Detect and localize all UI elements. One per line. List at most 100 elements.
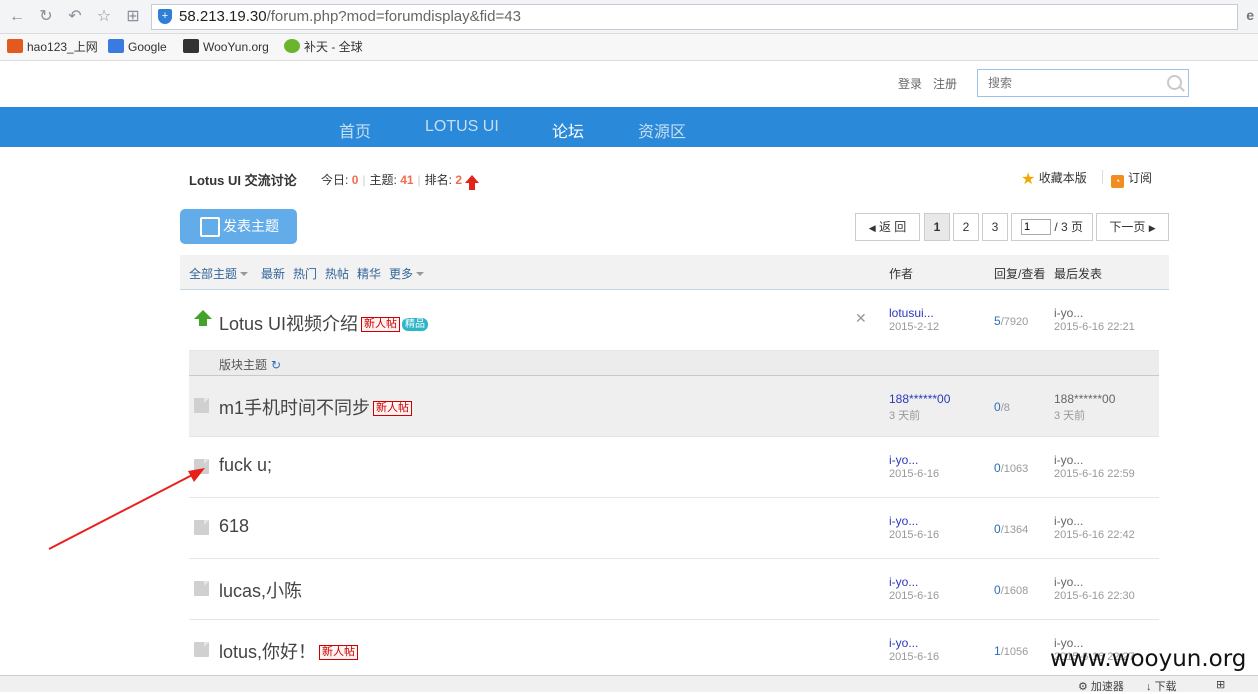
last-poster[interactable]: 188******00 xyxy=(1054,392,1115,406)
last-poster[interactable]: i-yo... xyxy=(1054,514,1083,528)
nav-home[interactable]: 首页 xyxy=(339,118,371,142)
download-label: 下载 xyxy=(1154,681,1177,693)
zoom-icon[interactable]: ⊞ xyxy=(1216,678,1225,691)
browser-e-icon[interactable]: e xyxy=(1246,7,1254,23)
sticky-up-icon xyxy=(194,310,212,326)
thread-author[interactable]: i-yo... xyxy=(889,514,918,528)
page-1[interactable]: 1 xyxy=(924,213,950,241)
subscribe-link[interactable]: ◔ 订阅 xyxy=(1111,169,1152,188)
thread-author[interactable]: 188******00 xyxy=(889,392,950,406)
forum-stats: 今日: 0 | 主题: 41 | 排名: 2 xyxy=(321,171,480,190)
view-count: /1056 xyxy=(1000,646,1029,658)
today-label: 今日: xyxy=(321,173,349,187)
tab-more[interactable]: 更多 xyxy=(389,265,425,282)
favorite-label: 收藏本版 xyxy=(1038,171,1087,185)
thread-row[interactable]: m1手机时间不同步 新人帖 188******00 3 天前 0/8 188***… xyxy=(189,376,1159,437)
rank-up-arrow-icon xyxy=(465,175,480,190)
close-icon[interactable]: ✕ xyxy=(855,310,867,327)
favorite-forum-link[interactable]: ★ 收藏本版 xyxy=(1021,169,1087,189)
bookmark-google[interactable]: Google xyxy=(108,38,178,56)
tab-digest[interactable]: 精华 xyxy=(357,265,381,282)
page-2[interactable]: 2 xyxy=(953,213,979,241)
star-icon[interactable]: ☆ xyxy=(95,8,113,26)
reply-count: 0 xyxy=(994,522,1001,536)
page-3[interactable]: 3 xyxy=(982,213,1008,241)
login-link[interactable]: 登录 xyxy=(898,75,922,92)
status-bar: ⚙ 加速器 ↓ 下载 ⊞ xyxy=(0,675,1258,694)
reply-count: 0 xyxy=(994,400,1001,414)
reply-view-count: 0/8 xyxy=(994,400,1010,414)
reply-view-count: 1/1056 xyxy=(994,644,1028,658)
sticky-thread-row[interactable]: Lotus UI视频介绍 新人帖 精品 ✕ lotusui... 2015-2-12… xyxy=(189,290,1159,351)
nav-resources[interactable]: 资源区 xyxy=(638,118,686,142)
thread-author[interactable]: i-yo... xyxy=(889,575,918,589)
nav-lotus-ui[interactable]: LOTUS UI xyxy=(425,118,499,136)
new-topic-label: 发表主题 xyxy=(223,218,279,234)
thread-title[interactable]: 618 xyxy=(219,516,249,537)
next-label: 下一页 xyxy=(1109,220,1146,234)
divider xyxy=(1102,170,1103,184)
topics-label: 主题: xyxy=(369,173,397,187)
thread-row[interactable]: fuck u; i-yo... 2015-6-16 0/1063 i-yo...… xyxy=(189,437,1159,498)
thread-author[interactable]: lotusui... xyxy=(889,306,934,320)
bookmark-butian[interactable]: 补天 - 全球 xyxy=(284,38,372,56)
thread-author[interactable]: i-yo... xyxy=(889,453,918,467)
thread-icon xyxy=(194,398,209,413)
tab-label: 更多 xyxy=(389,267,414,281)
new-topic-button[interactable]: 发表主题 xyxy=(180,209,297,244)
thread-title-text: lotus,你好！ xyxy=(219,642,317,662)
download-button[interactable]: ↓ 下载 xyxy=(1146,678,1177,694)
thread-title[interactable]: fuck u; xyxy=(219,455,272,476)
back-icon[interactable]: ← xyxy=(8,8,26,26)
tab-all-topics[interactable]: 全部主题 xyxy=(189,265,249,282)
thread-icon xyxy=(194,642,209,657)
thread-row[interactable]: 618 i-yo... 2015-6-16 0/1364 i-yo... 201… xyxy=(189,498,1159,559)
next-page-button[interactable]: 下一页 ▶ xyxy=(1096,213,1169,241)
address-bar[interactable]: + 58.213.19.30/forum.php?mod=forumdispla… xyxy=(151,4,1238,30)
url-path: /forum.php?mod=forumdisplay&fid=43 xyxy=(266,8,521,25)
register-link[interactable]: 注册 xyxy=(933,75,957,92)
reply-count: 0 xyxy=(994,583,1001,597)
section-label: 版块主题 ↻ xyxy=(219,356,281,373)
security-shield-icon: + xyxy=(158,9,172,24)
search-icon[interactable] xyxy=(1167,75,1182,90)
refresh-icon[interactable]: ↻ xyxy=(271,358,281,372)
annotation-arrow xyxy=(48,468,205,550)
thread-title[interactable]: Lotus UI视频介绍 新人帖 精品 xyxy=(219,310,429,336)
thread-title[interactable]: lotus,你好！ 新人帖 xyxy=(219,638,359,664)
page-total: / 3 页 xyxy=(1054,220,1084,234)
last-poster[interactable]: i-yo... xyxy=(1054,306,1083,320)
last-poster[interactable]: i-yo... xyxy=(1054,453,1083,467)
forum-title: Lotus UI 交流讨论 xyxy=(189,173,297,188)
thread-row[interactable]: lucas,小陈 i-yo... 2015-6-16 0/1608 i-yo..… xyxy=(189,559,1159,620)
thread-author[interactable]: i-yo... xyxy=(889,636,918,650)
thread-title[interactable]: lucas,小陈 xyxy=(219,577,302,603)
thread-title[interactable]: m1手机时间不同步 新人帖 xyxy=(219,394,413,420)
tab-latest[interactable]: 最新 xyxy=(261,265,285,282)
bookmark-hao123[interactable]: hao123_上网 xyxy=(7,38,97,56)
new-user-badge: 新人帖 xyxy=(361,317,401,332)
grid-icon[interactable]: ⊞ xyxy=(124,8,142,26)
reply-view-count: 0/1063 xyxy=(994,461,1028,475)
search-input[interactable] xyxy=(986,75,1160,91)
url-text[interactable]: 58.213.19.30/forum.php?mod=forumdisplay&… xyxy=(179,8,521,25)
reply-count: 0 xyxy=(994,461,1001,475)
tab-hot[interactable]: 热门 xyxy=(293,265,317,282)
page-jump-input[interactable] xyxy=(1020,219,1051,235)
back-button[interactable]: ◀ 返 回 xyxy=(855,213,920,241)
chevron-right-icon: ▶ xyxy=(1148,223,1156,233)
section-bar: 版块主题 ↻ xyxy=(189,351,1159,376)
rank-label: 排名: xyxy=(424,173,453,187)
nav-forum[interactable]: 论坛 xyxy=(552,118,584,142)
bookmark-wooyun[interactable]: WooYun.org xyxy=(183,38,271,56)
undo-icon[interactable]: ↶ xyxy=(66,8,84,26)
refresh-icon[interactable]: ↻ xyxy=(37,8,55,26)
tab-hot-posts[interactable]: 热帖 xyxy=(325,265,349,282)
bookmark-label: Google xyxy=(128,40,167,54)
edit-icon xyxy=(200,217,220,237)
thread-row[interactable]: lotus,你好！ 新人帖 i-yo... 2015-6-16 1/1056 i-… xyxy=(189,620,1159,680)
thread-list-header: 全部主题 最新 热门 热帖 精华 更多 作者 回复/查看 最后发表 xyxy=(180,255,1169,290)
accelerator-button[interactable]: ⚙ 加速器 xyxy=(1078,678,1124,694)
last-poster[interactable]: i-yo... xyxy=(1054,575,1083,589)
last-post-date: 3 天前 xyxy=(1054,410,1086,422)
